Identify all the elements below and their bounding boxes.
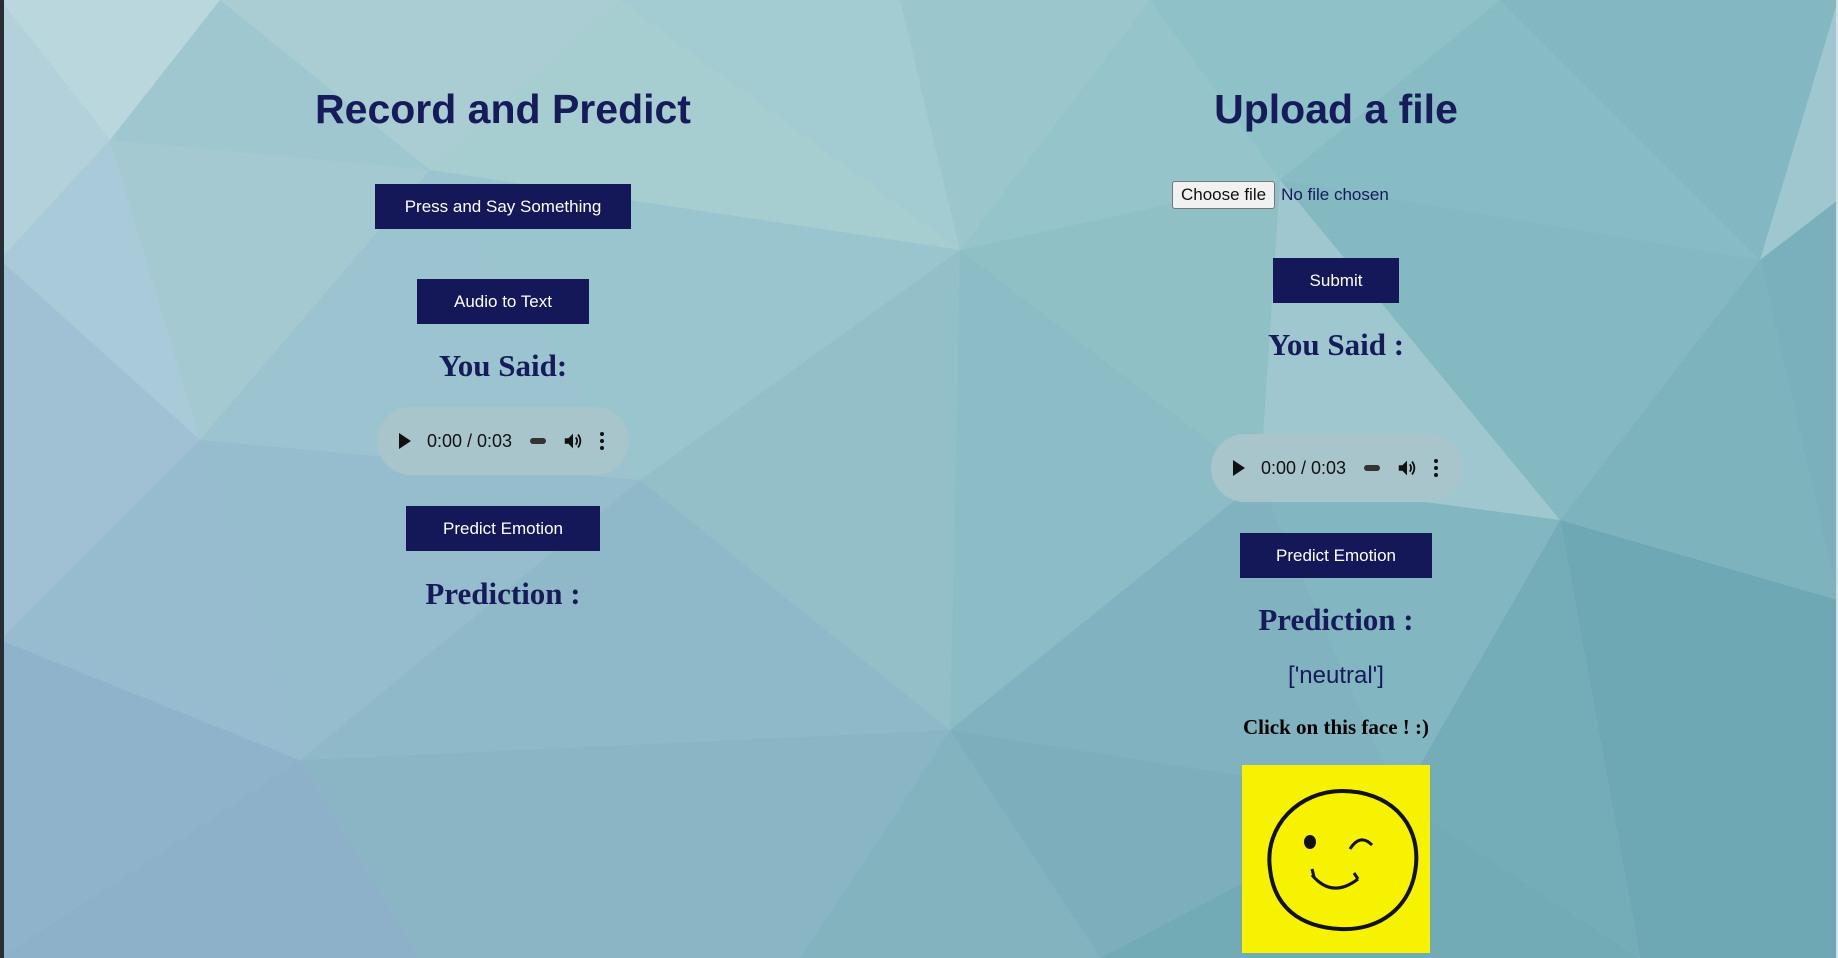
more-options-icon[interactable] [600,432,605,450]
you-said-label: You Said: [438,348,568,383]
play-icon[interactable] [399,433,411,449]
audio-time: 0:00 / 0:03 [1261,457,1347,478]
you-said-label: You Said : [1267,327,1405,362]
more-options-icon[interactable] [1434,459,1439,477]
file-status: No file chosen [1281,185,1389,204]
audio-time: 0:00 / 0:03 [427,430,513,451]
prediction-label: Prediction : [1258,602,1414,637]
audio-player[interactable]: 0:00 / 0:03 [1211,434,1463,502]
predict-emotion-button[interactable]: Predict Emotion [1240,533,1432,578]
record-title: Record and Predict [315,86,691,132]
audio-to-text-button[interactable]: Audio to Text [417,279,589,324]
face-hint: Click on this face ! :) [1242,715,1430,739]
choose-file-button[interactable]: Choose file [1172,181,1276,209]
polygon-background [0,0,1838,958]
winking-face-icon [1267,788,1419,932]
window-left-edge [0,0,4,958]
smiley-face-image[interactable] [1242,765,1430,953]
file-input: Choose file No file chosen [1172,181,1389,209]
upload-title: Upload a file [1214,86,1458,132]
audio-progress-slider[interactable] [1364,465,1381,471]
prediction-label: Prediction : [425,576,581,611]
press-and-say-button[interactable]: Press and Say Something [375,184,631,229]
predict-emotion-button[interactable]: Predict Emotion [406,506,600,551]
audio-player[interactable]: 0:00 / 0:03 [377,407,629,475]
prediction-result: ['neutral'] [1288,662,1384,689]
audio-progress-slider[interactable] [530,438,547,444]
volume-icon[interactable] [1396,457,1418,479]
submit-button[interactable]: Submit [1273,258,1399,303]
volume-icon[interactable] [562,430,584,452]
play-icon[interactable] [1233,460,1245,476]
